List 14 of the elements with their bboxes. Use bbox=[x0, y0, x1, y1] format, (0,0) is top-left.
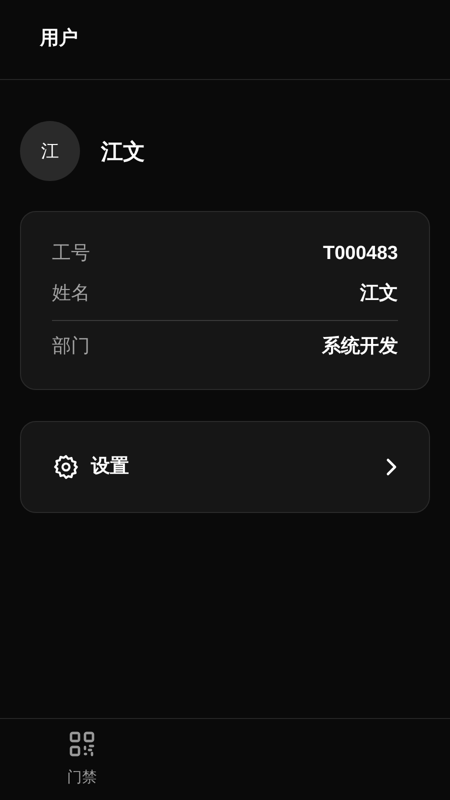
info-label: 部门 bbox=[52, 334, 90, 359]
tab[interactable]: 门禁 bbox=[0, 719, 164, 800]
info-value: T000483 bbox=[322, 242, 398, 266]
settings-icon bbox=[53, 454, 79, 480]
chevron-right-icon bbox=[385, 457, 397, 477]
info-value: 系统开发 bbox=[322, 334, 398, 359]
info-label: 工号 bbox=[52, 242, 90, 266]
user-name: 江文 bbox=[101, 138, 145, 166]
settings-item[interactable]: 设置 bbox=[20, 421, 430, 513]
page-title: 用户 bbox=[40, 26, 78, 52]
avatar: 江 bbox=[20, 121, 80, 181]
info-label: 姓名 bbox=[52, 282, 90, 306]
qr-code-icon bbox=[69, 731, 95, 757]
info-value: 江文 bbox=[360, 282, 398, 306]
